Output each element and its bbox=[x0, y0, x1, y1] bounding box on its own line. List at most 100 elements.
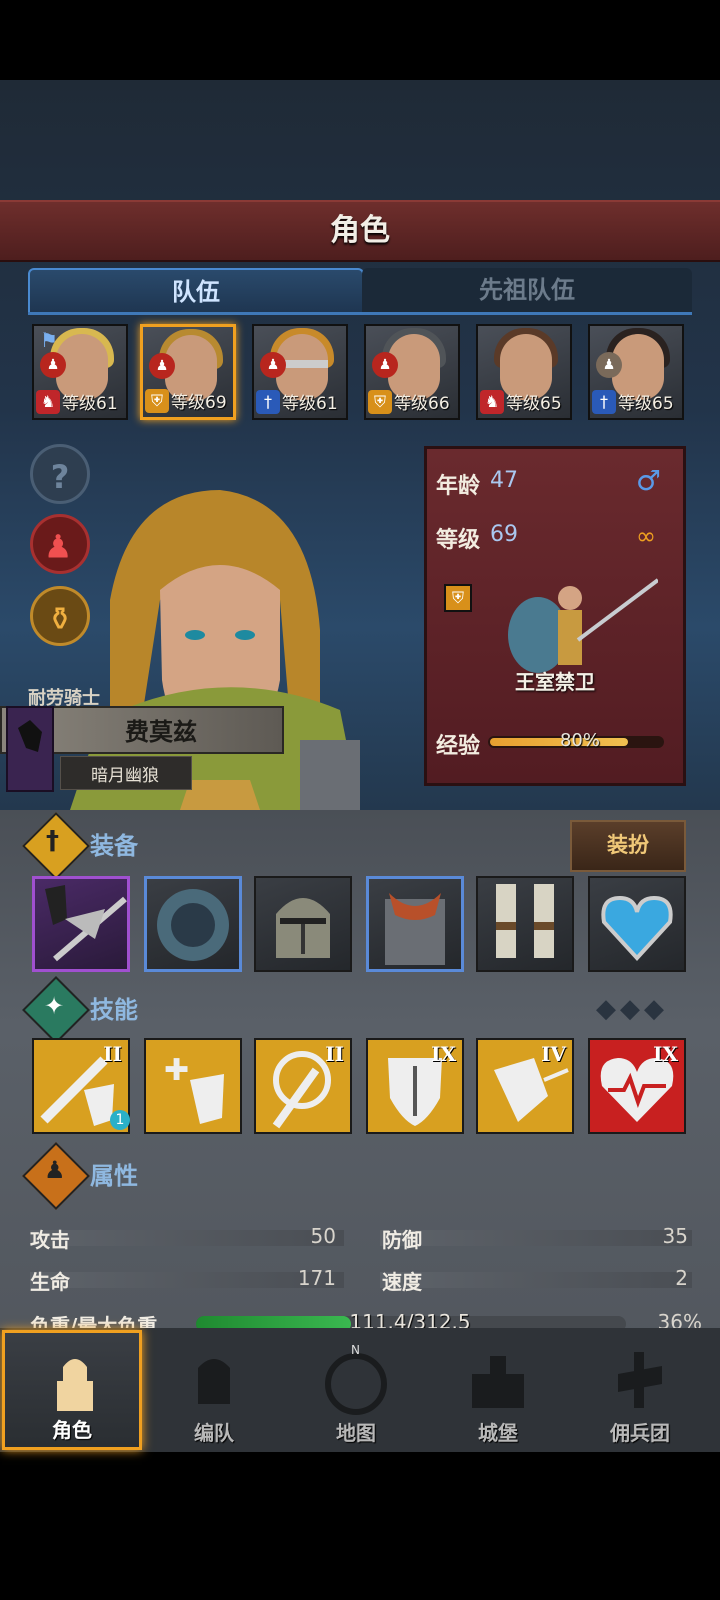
person-icon: ♟ bbox=[44, 1156, 66, 1184]
nav-label: 城堡 bbox=[478, 1421, 518, 1445]
group-icon: ♟ bbox=[596, 352, 622, 378]
equip-slot-shield[interactable] bbox=[144, 876, 242, 972]
equip-slot-amulet[interactable] bbox=[588, 876, 686, 972]
member-level: 等级69 bbox=[171, 393, 227, 413]
heart-amulet-icon bbox=[601, 895, 673, 961]
rings-icon: ∞ bbox=[636, 522, 656, 550]
speed-value: 2 bbox=[675, 1266, 688, 1290]
party-member-2[interactable]: ♟ ⛨ 等级69 bbox=[140, 324, 236, 420]
screen-title: 角色 bbox=[330, 213, 390, 248]
formation-icon bbox=[198, 1359, 230, 1404]
horse-icon: ♞ bbox=[480, 390, 504, 414]
equip-slot-boots[interactable] bbox=[476, 876, 574, 972]
party-member-3[interactable]: ♟ † 等级61 bbox=[252, 324, 348, 420]
shield-icon: ⛨ bbox=[368, 390, 392, 414]
skill-slot-3[interactable]: II bbox=[254, 1038, 352, 1134]
dagger-icon: † bbox=[46, 826, 59, 856]
defense-label: 防御 bbox=[382, 1228, 422, 1252]
skill-rank: IV bbox=[541, 1042, 566, 1066]
level-value: 69 bbox=[490, 522, 518, 547]
mercenary-banner-icon bbox=[618, 1352, 662, 1408]
age-value: 47 bbox=[490, 468, 518, 493]
party-member-1[interactable]: ⚑ ♟ ♞ 等级61 bbox=[32, 324, 128, 420]
attack-value: 50 bbox=[310, 1224, 336, 1248]
attributes-header: ♟ 属性 bbox=[22, 1142, 548, 1210]
equip-slot-armor[interactable] bbox=[366, 876, 464, 972]
flag-icon: ⚑ bbox=[40, 328, 58, 352]
nav-map[interactable]: N 地图 bbox=[286, 1330, 426, 1450]
character-subtitle: 暗月幽狼 bbox=[91, 766, 159, 786]
nav-label: 编队 bbox=[194, 1421, 234, 1445]
skill-slot-5[interactable]: IV bbox=[476, 1038, 574, 1134]
group-icon: ♟ bbox=[260, 352, 286, 378]
defense-value: 35 bbox=[662, 1224, 688, 1248]
exp-percent: 80% bbox=[559, 730, 600, 751]
system-nav-area bbox=[0, 1480, 720, 1600]
nav-character[interactable]: 角色 bbox=[2, 1330, 142, 1450]
nav-castle[interactable]: 城堡 bbox=[428, 1330, 568, 1450]
royal-guard-figure bbox=[508, 578, 658, 673]
status-bar-area bbox=[0, 0, 720, 80]
healing-shield-skill-icon: ✚ bbox=[164, 1053, 224, 1124]
nav-label: 佣兵团 bbox=[610, 1421, 670, 1445]
castle-icon bbox=[472, 1356, 524, 1408]
party-member-6[interactable]: ♟ † 等级65 bbox=[588, 324, 684, 420]
shield-icon: ⛨ bbox=[145, 389, 169, 413]
speed-label: 速度 bbox=[382, 1270, 422, 1294]
svg-text:N: N bbox=[351, 1344, 360, 1357]
skills-title: 技能 bbox=[90, 996, 138, 1024]
skill-slot-6[interactable]: IX bbox=[588, 1038, 686, 1134]
attributes-title: 属性 bbox=[90, 1162, 138, 1190]
hp-value: 171 bbox=[297, 1266, 336, 1290]
dress-up-button[interactable]: 装扮 bbox=[570, 820, 686, 872]
horse-icon: ♞ bbox=[36, 390, 60, 414]
level-label: 等级 bbox=[436, 528, 481, 553]
member-level: 等级66 bbox=[394, 394, 450, 414]
member-level: 等级61 bbox=[62, 394, 118, 414]
chainmail-icon bbox=[385, 893, 445, 965]
class-name: 王室禁卫 bbox=[515, 670, 595, 694]
skills-header: ✦ 技能 bbox=[22, 976, 548, 1044]
nav-label: 地图 bbox=[336, 1421, 376, 1445]
nav-formation[interactable]: 编队 bbox=[144, 1330, 284, 1450]
shield-class-icon: ⛨ bbox=[444, 584, 472, 612]
right-eye bbox=[235, 630, 255, 640]
skill-slot-4[interactable]: IX bbox=[366, 1038, 464, 1134]
skill-slot-2[interactable]: ✚ bbox=[144, 1038, 242, 1134]
knight-icon bbox=[57, 1359, 93, 1411]
sword-icon: † bbox=[256, 390, 280, 414]
skill-points-diamonds: ◆◆◆ bbox=[596, 994, 668, 1024]
skill-rank: IX bbox=[431, 1042, 456, 1066]
party-member-5[interactable]: ♞ 等级65 bbox=[476, 324, 572, 420]
nav-label: 角色 bbox=[52, 1418, 92, 1442]
group-icon: ♟ bbox=[149, 353, 175, 379]
skill-rank: IX bbox=[653, 1042, 678, 1066]
party-member-4[interactable]: ♟ ⛨ 等级66 bbox=[364, 324, 460, 420]
tab-underline bbox=[28, 312, 692, 315]
character-name: 费莫兹 bbox=[125, 718, 197, 746]
male-icon: ♂ bbox=[636, 464, 662, 497]
nav-mercenaries[interactable]: 佣兵团 bbox=[570, 1330, 710, 1450]
star-icon: ✦ bbox=[44, 992, 65, 1020]
skill-slot-1[interactable]: II 1 bbox=[32, 1038, 130, 1134]
tab-ancestor-party[interactable]: 先祖队伍 bbox=[362, 268, 692, 312]
equip-slot-helmet[interactable] bbox=[254, 876, 352, 972]
age-label: 年龄 bbox=[436, 474, 481, 499]
skill-badge: 1 bbox=[110, 1110, 130, 1130]
armor-trim bbox=[180, 780, 260, 810]
screen-title-bar: 角色 bbox=[0, 200, 720, 262]
exp-label: 经验 bbox=[436, 734, 481, 759]
feather-shield-icon bbox=[157, 889, 229, 961]
equip-slot-weapon[interactable] bbox=[32, 876, 130, 972]
tab-party[interactable]: 队伍 bbox=[28, 268, 364, 314]
left-eye bbox=[185, 630, 205, 640]
attack-label: 攻击 bbox=[30, 1228, 70, 1252]
equipment-title: 装备 bbox=[90, 832, 138, 860]
member-level: 等级65 bbox=[506, 394, 562, 414]
sword-icon: † bbox=[592, 390, 616, 414]
wolf-banner-icon bbox=[6, 706, 54, 792]
skill-rank: II bbox=[325, 1042, 344, 1066]
member-level: 等级61 bbox=[282, 394, 338, 414]
group-icon: ♟ bbox=[372, 352, 398, 378]
lance-icon bbox=[45, 885, 127, 962]
